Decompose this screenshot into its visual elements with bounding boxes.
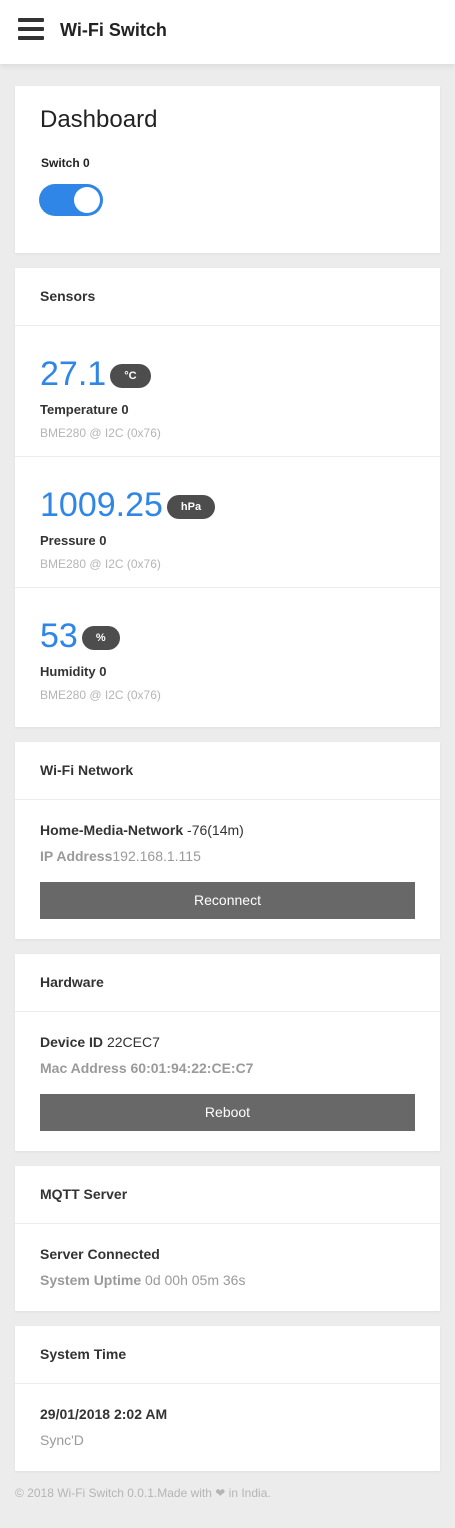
temperature-source: BME280 @ I2C (0x76) [40, 426, 161, 440]
temperature-value: 27.1 [40, 355, 107, 393]
pressure-unit-badge: hPa [166, 495, 216, 519]
footer-text-after: in India. [228, 1486, 271, 1500]
wifi-ssid-line: Home-Media-Network -76(14m) [40, 822, 244, 838]
footer: © 2018 Wi-Fi Switch 0.0.1.Made with ❤ in… [15, 1486, 271, 1500]
mac-address-value: 60:01:94:22:CE:C7 [130, 1060, 254, 1076]
device-id-label: Device ID [40, 1034, 104, 1050]
device-id-value: 22CEC7 [106, 1034, 160, 1050]
heart-icon: ❤ [215, 1486, 226, 1500]
reconnect-button[interactable]: Reconnect [40, 882, 415, 919]
footer-text-before: © 2018 Wi-Fi Switch 0.0.1.Made with [15, 1486, 212, 1500]
dashboard-card: Dashboard Switch 0 [15, 86, 440, 253]
pressure-name: Pressure 0 [40, 533, 107, 548]
temperature-name: Temperature 0 [40, 402, 129, 417]
sensors-header: Sensors [15, 268, 440, 326]
mqtt-status-line: Server Connected [40, 1246, 160, 1262]
system-time-header: System Time [15, 1326, 440, 1384]
app-title: Wi-Fi Switch [60, 20, 167, 40]
hamburger-menu-icon[interactable] [18, 18, 44, 42]
sync-status-line: Sync'D [40, 1432, 84, 1448]
top-app-bar: Wi-Fi Switch [0, 0, 455, 64]
sensor-pressure: 1009.25 hPa Pressure 0 BME280 @ I2C (0x7… [15, 457, 440, 588]
switch-0-toggle[interactable] [39, 184, 103, 216]
wifi-ssid: Home-Media-Network [40, 822, 184, 838]
reboot-button[interactable]: Reboot [40, 1094, 415, 1131]
datetime-line: 29/01/2018 2:02 AM [40, 1406, 167, 1422]
system-datetime: 29/01/2018 2:02 AM [40, 1406, 168, 1422]
wifi-header: Wi-Fi Network [15, 742, 440, 800]
device-id-line: Device ID 22CEC7 [40, 1034, 160, 1050]
ip-address-line: IP Address192.168.1.115 [40, 848, 201, 864]
system-uptime-line: System Uptime 0d 00h 05m 36s [40, 1272, 245, 1288]
hardware-card: Hardware Device ID 22CEC7 Mac Address 60… [15, 954, 440, 1151]
mqtt-server-card: MQTT Server Server Connected System Upti… [15, 1166, 440, 1311]
sensor-humidity: 53 % Humidity 0 BME280 @ I2C (0x76) [15, 588, 440, 719]
humidity-name: Humidity 0 [40, 664, 107, 679]
switch-label: Switch 0 [41, 156, 90, 170]
temperature-unit-badge: °C [110, 364, 151, 388]
mac-address-label: Mac Address [40, 1060, 127, 1076]
humidity-unit-badge: % [81, 626, 120, 650]
sensors-card: Sensors 27.1 °C Temperature 0 BME280 @ I… [15, 268, 440, 727]
system-uptime-label: System Uptime [40, 1272, 142, 1288]
sensor-temperature: 27.1 °C Temperature 0 BME280 @ I2C (0x76… [15, 326, 440, 457]
sync-status: Sync'D [40, 1432, 84, 1448]
toggle-knob [74, 187, 100, 213]
pressure-value: 1009.25 [40, 486, 163, 524]
pressure-source: BME280 @ I2C (0x76) [40, 557, 161, 571]
mac-address-line: Mac Address 60:01:94:22:CE:C7 [40, 1060, 253, 1076]
ip-address-value: 192.168.1.115 [112, 848, 201, 864]
dashboard-title: Dashboard [40, 106, 158, 133]
ip-address-label: IP Address [40, 848, 113, 864]
humidity-source: BME280 @ I2C (0x76) [40, 688, 161, 702]
system-uptime-value: 0d 00h 05m 36s [145, 1272, 246, 1288]
hardware-header: Hardware [15, 954, 440, 1012]
humidity-value: 53 [40, 617, 78, 655]
wifi-signal: -76(14m) [187, 822, 244, 838]
wifi-network-card: Wi-Fi Network Home-Media-Network -76(14m… [15, 742, 440, 939]
system-time-card: System Time 29/01/2018 2:02 AM Sync'D [15, 1326, 440, 1471]
mqtt-header: MQTT Server [15, 1166, 440, 1224]
mqtt-status: Server Connected [40, 1246, 160, 1262]
